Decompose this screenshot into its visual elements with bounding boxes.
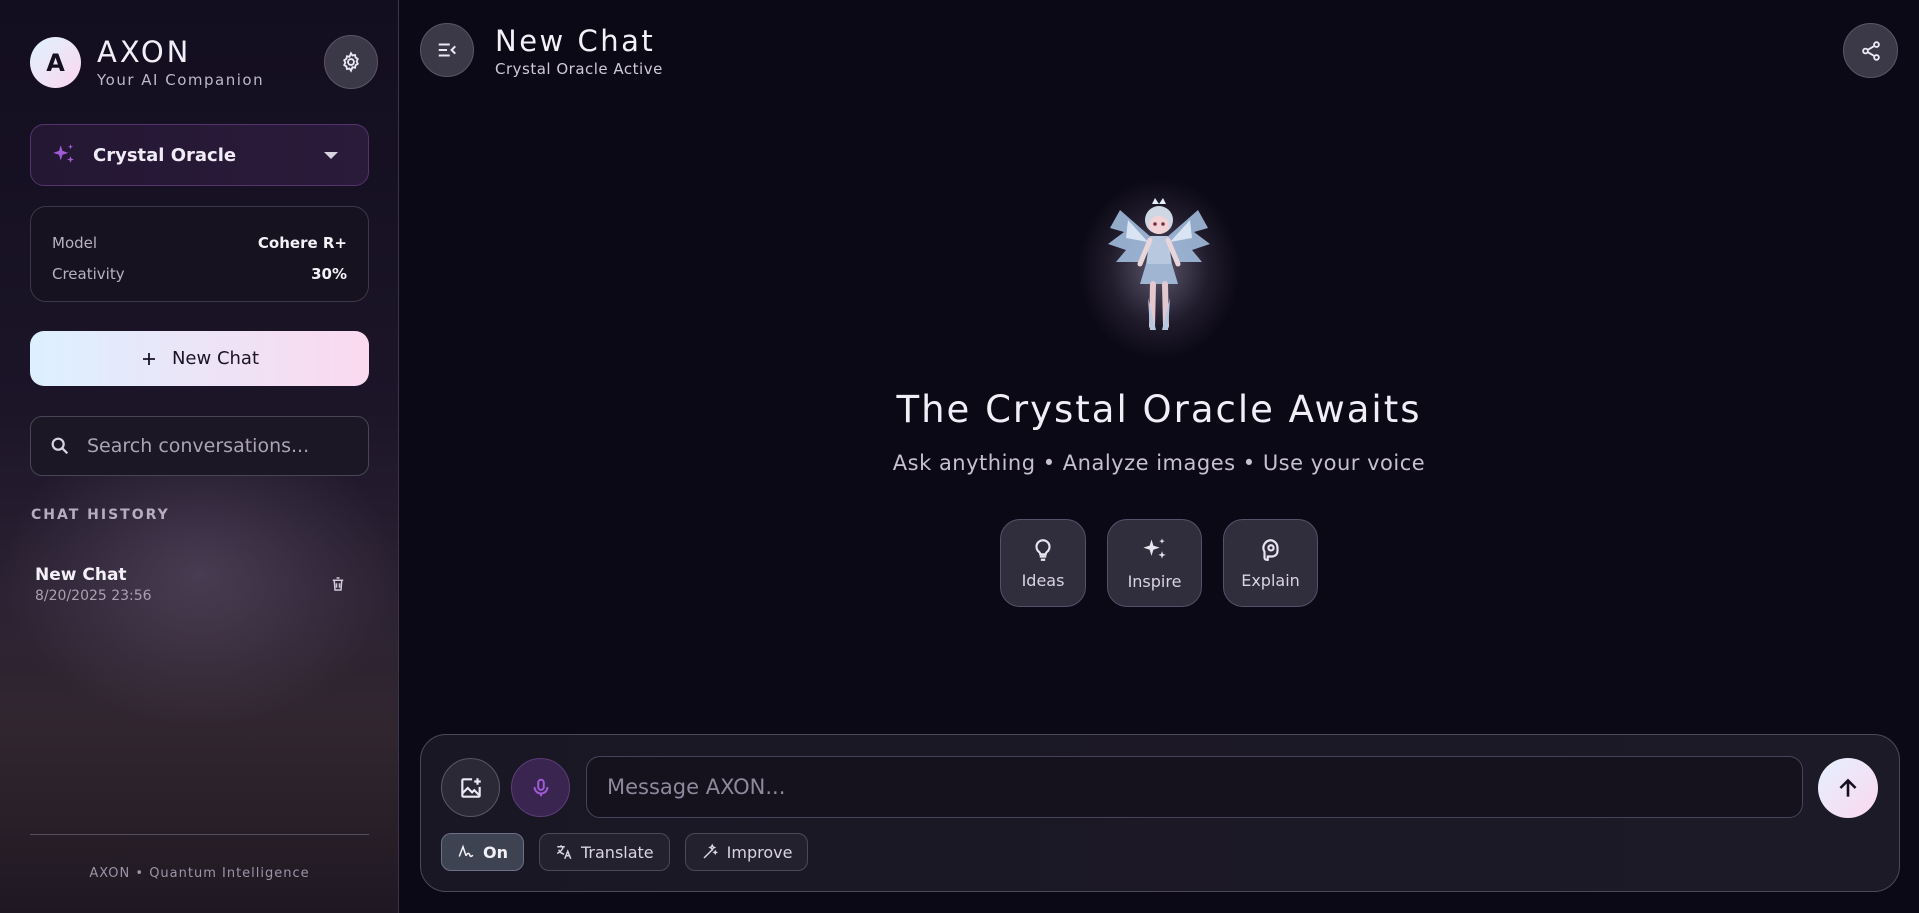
chip-label: Improve bbox=[726, 842, 793, 862]
hero-title: The Crystal Oracle Awaits bbox=[896, 388, 1422, 431]
handwriting-icon bbox=[458, 844, 474, 858]
gear-icon bbox=[343, 51, 359, 73]
send-button[interactable] bbox=[1818, 758, 1878, 818]
message-input[interactable] bbox=[586, 756, 1803, 818]
attach-image-button[interactable] bbox=[441, 758, 500, 817]
new-chat-button[interactable]: New Chat bbox=[30, 331, 369, 386]
lightbulb-icon bbox=[1035, 538, 1051, 561]
hero-subtitle: Ask anything • Analyze images • Use your… bbox=[892, 451, 1426, 475]
inspire-label: Inspire bbox=[1127, 571, 1182, 591]
translate-icon bbox=[556, 845, 572, 860]
search-input[interactable] bbox=[87, 435, 347, 457]
plus-icon bbox=[142, 352, 155, 365]
oracle-avatar bbox=[1080, 180, 1238, 358]
toggle-sidebar-button[interactable] bbox=[420, 23, 474, 77]
composer-options: On Translate Improve bbox=[441, 833, 809, 871]
info-value: Cohere R+ bbox=[257, 233, 347, 252]
chip-label: Translate bbox=[581, 842, 654, 862]
explain-label: Explain bbox=[1241, 570, 1300, 590]
history-item-text: New Chat 8/20/2025 23:56 bbox=[35, 565, 152, 604]
app-window: A AXON Your AI Companion Crystal Oracle bbox=[0, 0, 1919, 913]
info-label: Model bbox=[52, 233, 98, 252]
ideas-label: Ideas bbox=[1021, 570, 1065, 590]
add-image-icon bbox=[460, 777, 481, 798]
history-item[interactable]: New Chat 8/20/2025 23:56 bbox=[30, 556, 369, 612]
magic-wand-icon bbox=[703, 843, 718, 859]
explain-button[interactable]: Explain bbox=[1223, 519, 1318, 607]
new-chat-label: New Chat bbox=[171, 348, 260, 369]
chat-history-title: CHAT HISTORY bbox=[31, 507, 170, 523]
info-row-creativity: Creativity 30% bbox=[52, 258, 347, 289]
message-composer: On Translate Improve bbox=[420, 734, 1900, 892]
arrow-up-icon bbox=[1839, 778, 1857, 797]
search-box[interactable] bbox=[30, 416, 369, 476]
chevron-down-icon bbox=[324, 151, 338, 159]
brain-icon bbox=[1261, 538, 1279, 561]
main-area: New Chat Crystal Oracle Active The Cryst… bbox=[399, 0, 1919, 913]
history-item-date: 8/20/2025 23:56 bbox=[35, 587, 152, 604]
sparkles-icon bbox=[1142, 537, 1166, 559]
menu-collapse-icon bbox=[438, 43, 456, 57]
share-button[interactable] bbox=[1843, 23, 1898, 78]
sidebar-divider bbox=[30, 834, 369, 835]
history-item-title: New Chat bbox=[35, 564, 127, 585]
settings-button[interactable] bbox=[324, 35, 378, 89]
info-label: Creativity bbox=[52, 264, 125, 283]
sidebar: A AXON Your AI Companion Crystal Oracle bbox=[0, 0, 399, 913]
inspire-button[interactable]: Inspire bbox=[1107, 519, 1202, 607]
brand-name: AXON bbox=[97, 35, 192, 69]
share-icon bbox=[1861, 40, 1880, 61]
brand: A AXON Your AI Companion bbox=[30, 36, 264, 89]
ideas-button[interactable]: Ideas bbox=[1000, 519, 1086, 607]
persona-select[interactable]: Crystal Oracle bbox=[30, 124, 369, 186]
microphone-icon bbox=[533, 778, 548, 796]
translate-chip[interactable]: Translate bbox=[539, 833, 670, 871]
quick-actions: Ideas Inspire Explain bbox=[1000, 519, 1318, 607]
search-icon bbox=[51, 437, 69, 455]
trash-icon[interactable] bbox=[329, 575, 347, 593]
brand-avatar: A bbox=[30, 37, 81, 88]
handwriting-toggle-chip[interactable]: On bbox=[441, 833, 524, 871]
crystal-oracle-figure bbox=[1108, 198, 1210, 330]
info-row-model: Model Cohere R+ bbox=[52, 227, 347, 258]
brand-tagline: Your AI Companion bbox=[97, 71, 265, 89]
page-title: New Chat bbox=[495, 24, 656, 58]
voice-input-button[interactable] bbox=[511, 758, 570, 817]
sidebar-footer: AXON • Quantum Intelligence bbox=[89, 866, 310, 881]
improve-chip[interactable]: Improve bbox=[684, 833, 809, 871]
info-value: 30% bbox=[311, 264, 347, 283]
model-info-card: Model Cohere R+ Creativity 30% bbox=[30, 206, 369, 302]
sparkles-icon bbox=[53, 144, 74, 164]
page-subtitle: Crystal Oracle Active bbox=[495, 60, 663, 78]
persona-select-label: Crystal Oracle bbox=[93, 144, 237, 166]
chip-label: On bbox=[483, 842, 508, 862]
brand-text: AXON Your AI Companion bbox=[97, 36, 264, 89]
